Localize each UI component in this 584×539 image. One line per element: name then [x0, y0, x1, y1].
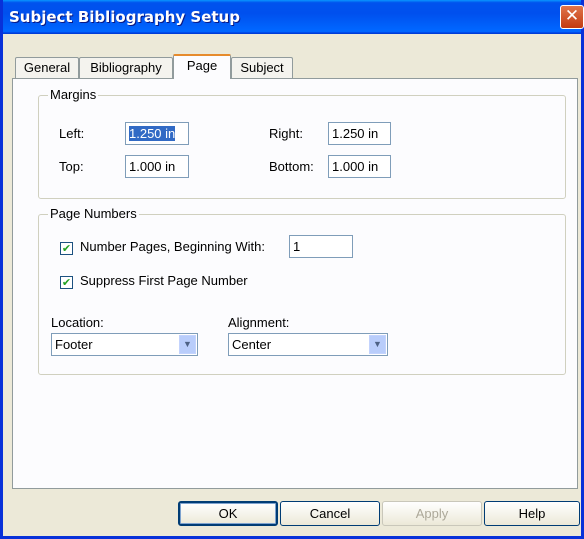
- title-bar[interactable]: Subject Bibliography Setup ✕: [3, 0, 584, 34]
- right-margin-label: Right:: [269, 126, 303, 141]
- close-icon: ✕: [564, 6, 580, 26]
- suppress-first-label: Suppress First Page Number: [80, 273, 248, 288]
- dialog-window: Subject Bibliography Setup ✕ General Bib…: [0, 0, 584, 539]
- begin-with-input[interactable]: 1: [289, 235, 353, 258]
- page-numbers-group-label: Page Numbers: [48, 206, 139, 221]
- location-select[interactable]: Footer ▼: [51, 333, 198, 356]
- location-label: Location:: [51, 315, 104, 330]
- dropdown-arrow-icon[interactable]: ▼: [369, 335, 386, 354]
- tab-subject[interactable]: Subject: [231, 57, 293, 78]
- top-margin-input[interactable]: 1.000 in: [125, 155, 189, 178]
- check-icon: ✔: [61, 242, 72, 255]
- right-margin-input[interactable]: 1.250 in: [328, 122, 391, 145]
- margins-group-label: Margins: [48, 87, 99, 102]
- cancel-button[interactable]: Cancel: [280, 501, 380, 526]
- dropdown-arrow-icon[interactable]: ▼: [179, 335, 196, 354]
- help-button[interactable]: Help: [484, 501, 580, 526]
- tab-panel-page: Margins Left: 1.250 in Right: 1.250 in T…: [12, 78, 578, 489]
- alignment-label: Alignment:: [228, 315, 290, 330]
- check-icon: ✔: [61, 276, 72, 289]
- number-pages-checkbox[interactable]: ✔: [60, 242, 73, 255]
- top-margin-label: Top:: [59, 159, 84, 174]
- close-button[interactable]: ✕: [560, 5, 584, 29]
- left-margin-input[interactable]: 1.250 in: [125, 122, 189, 145]
- ok-button[interactable]: OK: [178, 501, 278, 526]
- alignment-value: Center: [232, 337, 272, 352]
- bottom-margin-label: Bottom:: [269, 159, 314, 174]
- left-margin-label: Left:: [59, 126, 85, 141]
- page-numbers-group: Page Numbers ✔ Number Pages, Beginning W…: [38, 206, 566, 375]
- alignment-select[interactable]: Center ▼: [228, 333, 388, 356]
- apply-button[interactable]: Apply: [382, 501, 482, 526]
- bottom-margin-input[interactable]: 1.000 in: [328, 155, 391, 178]
- number-pages-label: Number Pages, Beginning With:: [80, 239, 265, 254]
- window-title: Subject Bibliography Setup: [9, 8, 240, 26]
- margins-group: Margins Left: 1.250 in Right: 1.250 in T…: [38, 87, 566, 199]
- tab-page[interactable]: Page: [173, 54, 231, 79]
- tab-general[interactable]: General: [15, 57, 79, 78]
- location-value: Footer: [55, 337, 93, 352]
- tab-bibliography[interactable]: Bibliography: [79, 57, 173, 78]
- suppress-first-checkbox[interactable]: ✔: [60, 276, 73, 289]
